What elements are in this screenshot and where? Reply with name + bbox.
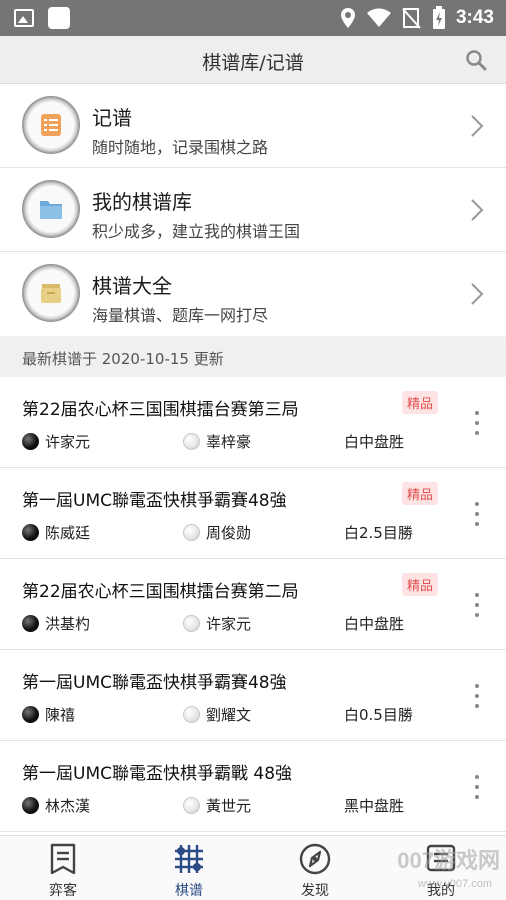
black-player-name: 林杰漢 [45,797,91,815]
folder-icon [22,180,80,238]
black-player-name: 许家元 [45,433,91,451]
notebook-icon [22,96,80,154]
game-title: 第一屆UMC聯電盃快棋爭霸賽48強 [22,673,287,693]
more-options-icon[interactable] [474,775,480,799]
page-title: 棋谱库/记谱 [202,52,304,74]
menu-subtitle: 随时随地，记录围棋之路 [92,138,269,157]
no-signal-icon [402,8,421,29]
game-title: 第22届农心杯三国围棋擂台赛第三局 [22,400,299,420]
game-result: 黑中盘胜 [344,797,405,815]
black-stone-icon [22,706,39,723]
black-player: 洪基杓 [22,613,90,634]
chevron-right-icon [471,283,484,305]
more-options-icon[interactable] [474,502,480,526]
more-options-icon[interactable] [474,684,480,708]
white-stone-icon [183,615,200,632]
more-options-icon[interactable] [474,411,480,435]
white-stone-icon [183,706,200,723]
white-stone-icon [183,797,200,814]
game-row[interactable]: 第一屆UMC聯電盃快棋爭霸賽48強 陳禧 劉耀文 白0.5目勝 [0,650,506,741]
nav-label: 发现 [301,883,329,899]
menu-item-my-library[interactable]: 我的棋谱库 积少成多，建立我的棋谱王国 [0,168,506,252]
more-options-icon[interactable] [474,593,480,617]
tab-yike[interactable]: 弈客 [0,836,126,900]
white-player-name: 黃世元 [206,797,252,815]
white-player-name: 许家元 [206,615,252,633]
white-player: 劉耀文 [183,704,251,725]
black-player-name: 陳禧 [45,706,76,724]
menu-title: 我的棋谱库 [92,190,192,214]
black-player: 许家元 [22,431,90,452]
white-stone-icon [183,524,200,541]
menu-item-complete-collection[interactable]: 棋谱大全 海量棋谱、题库一网打尽 [0,252,506,336]
premium-badge: 精品 [402,391,439,414]
white-player: 周俊勋 [183,522,251,543]
site-watermark-url: www.y007.com [418,878,492,890]
search-icon[interactable] [464,48,488,72]
white-player: 辜梓豪 [183,431,251,452]
white-player-name: 辜梓豪 [206,433,252,451]
black-stone-icon [22,797,39,814]
game-result: 白0.5目勝 [344,706,413,724]
game-title: 第一屆UMC聯電盃快棋爭霸賽48強 [22,491,287,511]
menu-title: 记谱 [92,106,132,130]
game-title: 第22届农心杯三国围棋擂台赛第二局 [22,582,299,602]
board-record-icon [50,843,76,875]
premium-badge: 精品 [402,573,439,596]
game-row[interactable]: 第一屆UMC聯電盃快棋爭霸戰 48強 林杰漢 黃世元 黑中盘胜 [0,741,506,832]
black-player: 林杰漢 [22,795,90,816]
menu-subtitle: 积少成多，建立我的棋谱王国 [92,222,301,241]
black-player: 陳禧 [22,704,75,725]
nav-label: 棋谱 [175,883,203,899]
white-player: 许家元 [183,613,251,634]
menu-subtitle: 海量棋谱、题库一网打尽 [92,306,269,325]
update-label: 最新棋谱于 2020-10-15 更新 [22,350,224,368]
location-icon [340,8,355,28]
title-bar: 棋谱库/记谱 [0,36,506,84]
game-result: 白中盘胜 [344,433,405,451]
game-row[interactable]: 第22届农心杯三国围棋擂台赛第二局 精品 洪基杓 许家元 白中盘胜 [0,559,506,650]
library-menu: 记谱 随时随地，记录围棋之路 我的棋谱库 积少成多，建立我的棋谱王国 棋谱大全 … [0,84,506,336]
battery-charging-icon [432,6,445,29]
wifi-icon [366,8,391,27]
black-stone-icon [22,433,39,450]
latest-update-header: 最新棋谱于 2020-10-15 更新 [0,337,506,377]
black-player-name: 洪基杓 [45,615,91,633]
chevron-right-icon [471,199,484,221]
premium-badge: 精品 [402,482,439,505]
status-time: 3:43 [455,7,494,28]
game-row[interactable]: 第一屆UMC聯電盃快棋爭霸賽48強 精品 陈威廷 周俊勋 白2.5目勝 [0,468,506,559]
black-stone-icon [22,524,39,541]
app-square-icon [48,7,70,29]
go-grid-icon [175,845,203,873]
image-icon [14,9,34,27]
site-watermark: 007游戏网 [397,848,500,873]
black-player: 陈威廷 [22,522,90,543]
white-player-name: 周俊勋 [206,524,252,542]
menu-item-record[interactable]: 记谱 随时随地，记录围棋之路 [0,84,506,168]
archive-box-icon [22,264,80,322]
game-result: 白2.5目勝 [344,524,413,542]
white-player: 黃世元 [183,795,251,816]
black-stone-icon [22,615,39,632]
tab-qipu[interactable]: 棋谱 [126,836,252,900]
status-bar: 3:43 [0,0,506,36]
white-player-name: 劉耀文 [206,706,252,724]
compass-icon [299,843,331,875]
game-row[interactable]: 第22届农心杯三国围棋擂台赛第三局 精品 许家元 辜梓豪 白中盘胜 [0,377,506,468]
menu-title: 棋谱大全 [92,274,172,298]
game-list[interactable]: 第22届农心杯三国围棋擂台赛第三局 精品 许家元 辜梓豪 白中盘胜 第一屆UMC… [0,377,506,835]
white-stone-icon [183,433,200,450]
tab-discover[interactable]: 发现 [252,836,378,900]
game-title: 第一屆UMC聯電盃快棋爭霸戰 48強 [22,764,293,784]
nav-label: 弈客 [49,883,77,899]
chevron-right-icon [471,115,484,137]
game-result: 白中盘胜 [344,615,405,633]
black-player-name: 陈威廷 [45,524,91,542]
